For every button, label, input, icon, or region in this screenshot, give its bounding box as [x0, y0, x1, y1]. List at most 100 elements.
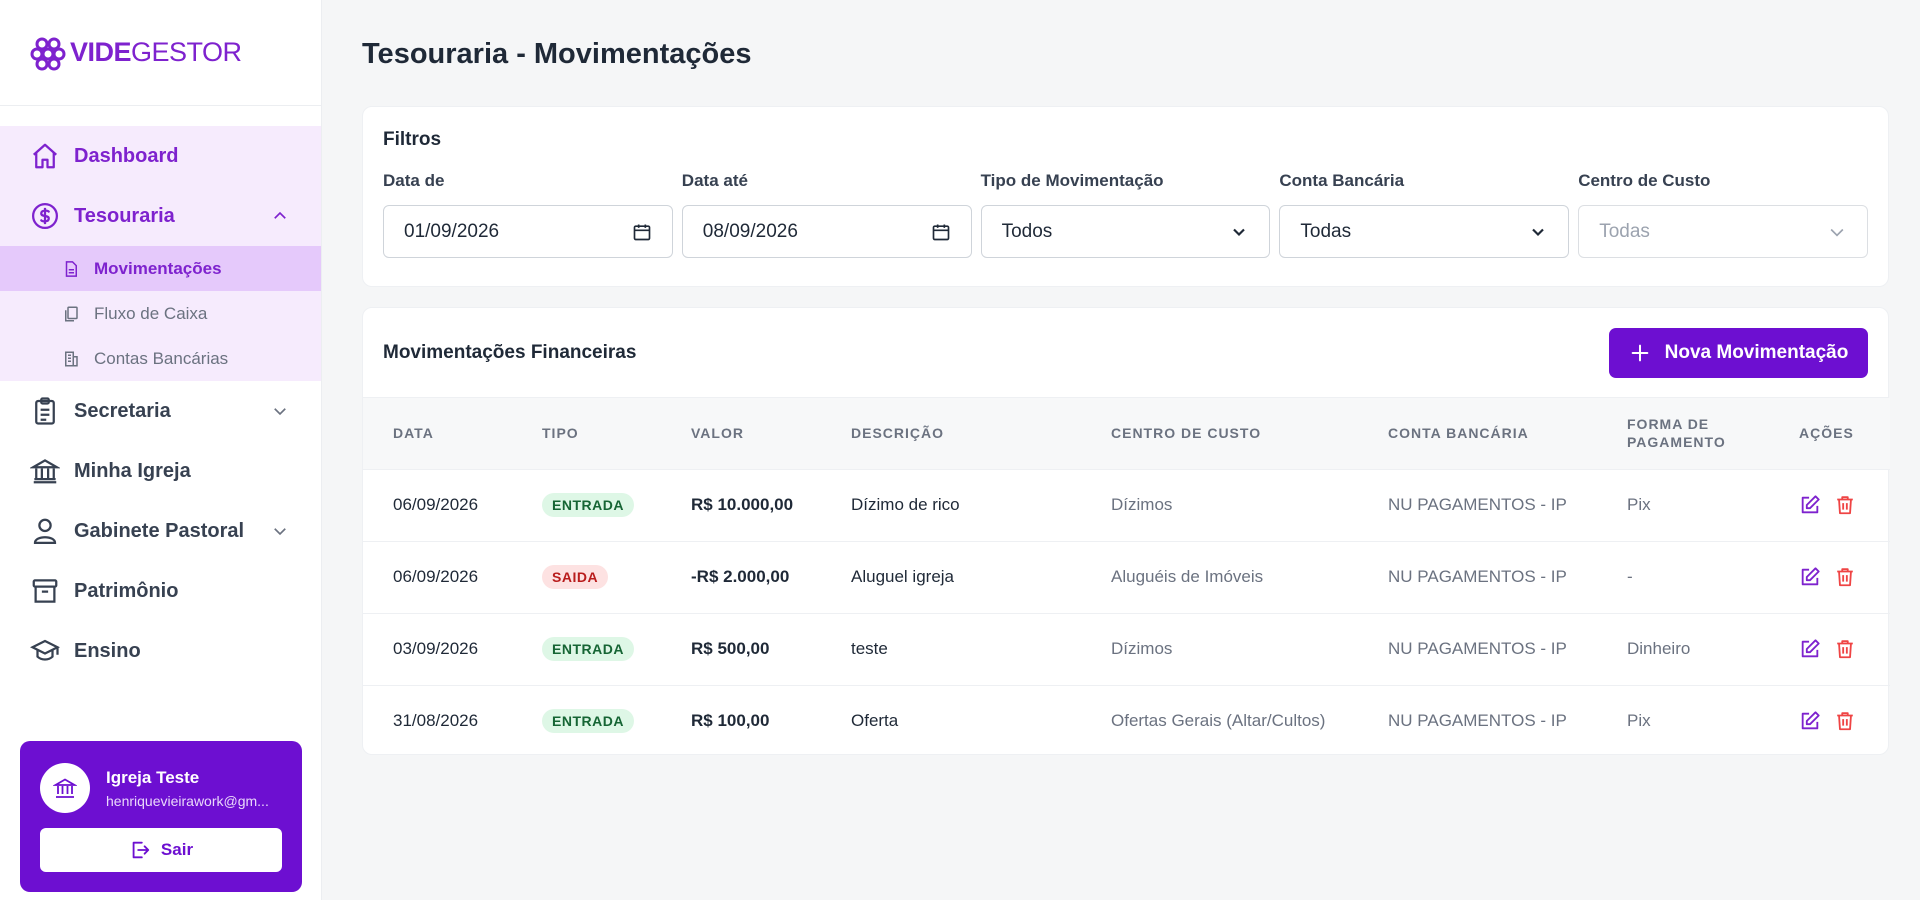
table-header-row: DATA TIPO VALOR DESCRIÇÃO CENTRO DE CUST…: [363, 398, 1890, 469]
cell-date: 06/09/2026: [393, 567, 479, 586]
nav-secretaria[interactable]: Secretaria: [0, 381, 321, 441]
date-from-input[interactable]: 01/09/2026: [383, 205, 673, 258]
date-from-value: 01/09/2026: [404, 220, 500, 242]
cell-payment: Pix: [1627, 495, 1651, 514]
col-header-date[interactable]: DATA: [363, 398, 512, 469]
sub-item-contas-bancarias-label: Contas Bancárias: [94, 348, 229, 368]
tesouraria-submenu: Movimentações Fluxo de Caixa Contas Banc…: [0, 246, 321, 381]
chevron-down-icon[interactable]: [271, 402, 289, 420]
trash-icon[interactable]: [1834, 566, 1856, 588]
type-badge: ENTRADA: [542, 493, 634, 517]
cell-account: NU PAGAMENTOS - IP: [1388, 495, 1567, 514]
cell-payment: Pix: [1627, 711, 1651, 731]
cell-actions: [1769, 469, 1890, 541]
sub-item-movimentacoes[interactable]: Movimentações: [0, 246, 321, 291]
edit-icon[interactable]: [1799, 710, 1821, 732]
filters-title: Filtros: [383, 129, 442, 150]
cell-cost-center: Dízimos: [1111, 495, 1173, 514]
cell-cost-center: Ofertas Gerais (Altar/Cultos): [1111, 711, 1326, 731]
edit-icon[interactable]: [1799, 494, 1821, 516]
cell-account: NU PAGAMENTOS - IP: [1388, 567, 1567, 586]
logout-icon: [132, 841, 150, 859]
chevron-down-icon: [1233, 228, 1246, 236]
table-row: 31/08/2026 ENTRADA R$ 100,00 Oferta Ofer…: [363, 685, 1890, 757]
cell-type: ENTRADA: [512, 469, 661, 541]
copy-icon: [65, 306, 78, 321]
cost-center-select[interactable]: Todas: [1578, 205, 1868, 258]
nav-dashboard[interactable]: Dashboard: [0, 126, 321, 186]
nav-gabinete-pastoral[interactable]: Gabinete Pastoral: [0, 501, 321, 561]
transactions-panel: Movimentações Financeiras Nova Movimenta…: [362, 307, 1890, 757]
cell-payment: -: [1627, 567, 1633, 586]
cell-actions: [1769, 685, 1890, 757]
edit-icon[interactable]: [1799, 566, 1821, 588]
trash-icon[interactable]: [1834, 638, 1856, 660]
cell-amount: R$ 100,00: [691, 711, 770, 731]
document-icon: [65, 260, 77, 277]
logout-label: Sair: [160, 840, 194, 859]
filter-date-to-label: Data até: [681, 171, 748, 190]
trash-icon[interactable]: [1834, 710, 1856, 732]
page-title: Tesouraria - Movimentações: [362, 38, 752, 70]
cell-actions: [1769, 541, 1890, 613]
nav-minha-igreja-label: Minha Igreja: [74, 459, 191, 482]
logout-button[interactable]: Sair: [40, 828, 282, 872]
calendar-icon[interactable]: [632, 222, 652, 242]
cell-date: 31/08/2026: [393, 711, 479, 731]
col-header-account[interactable]: CONTA BANCÁRIA: [1358, 398, 1597, 469]
nav-minha-igreja[interactable]: Minha Igreja: [0, 441, 321, 501]
date-to-value: 08/09/2026: [702, 220, 798, 242]
nav-patrimonio-label: Patrimônio: [74, 579, 179, 602]
cell-type: ENTRADA: [512, 613, 661, 685]
account-select[interactable]: Todas: [1279, 205, 1570, 258]
trash-icon[interactable]: [1834, 494, 1856, 516]
transactions-title: Movimentações Financeiras: [383, 341, 637, 363]
brand-logo[interactable]: VIDEGESTOR: [0, 0, 321, 106]
church-icon: [53, 778, 77, 798]
account-select-value: Todas: [1300, 220, 1352, 242]
cell-cost-center: Aluguéis de Imóveis: [1111, 567, 1264, 586]
plus-icon: [1631, 344, 1648, 361]
type-badge: ENTRADA: [542, 637, 634, 661]
col-header-amount[interactable]: VALOR: [661, 398, 821, 469]
nav-tesouraria[interactable]: Tesouraria: [0, 186, 321, 246]
filter-cost-center: Centro de Custo Todas: [1578, 171, 1868, 258]
sub-item-contas-bancarias[interactable]: Contas Bancárias: [0, 336, 321, 381]
table-row: 06/09/2026 ENTRADA R$ 10.000,00 Dízimo d…: [363, 469, 1890, 541]
cell-description: Dízimo de rico: [851, 495, 960, 514]
nav-dashboard-label: Dashboard: [74, 144, 179, 167]
nav-gabinete-pastoral-label: Gabinete Pastoral: [74, 519, 245, 542]
bank-icon: [30, 459, 60, 484]
type-select[interactable]: Todos: [980, 205, 1271, 258]
calendar-icon[interactable]: [931, 222, 951, 242]
avatar: [40, 763, 90, 813]
edit-icon[interactable]: [1799, 638, 1821, 660]
col-header-cost-center[interactable]: CENTRO DE CUSTO: [1081, 398, 1358, 469]
sub-item-fluxo-caixa-label: Fluxo de Caixa: [94, 303, 208, 323]
cell-date: 06/09/2026: [393, 495, 479, 514]
new-transaction-button[interactable]: Nova Movimentação: [1609, 327, 1868, 378]
cost-center-select-value: Todas: [1599, 220, 1650, 242]
sub-item-fluxo-caixa[interactable]: Fluxo de Caixa: [0, 291, 321, 336]
date-to-input[interactable]: 08/09/2026: [681, 205, 972, 258]
cell-payment: Dinheiro: [1627, 639, 1691, 658]
home-icon: [33, 143, 57, 169]
nav-patrimonio[interactable]: Patrimônio: [0, 561, 321, 621]
user-info: Igreja Teste henriquevieirawork@gm...: [40, 763, 282, 813]
chevron-down-icon[interactable]: [271, 522, 289, 540]
cell-description: Oferta: [851, 711, 899, 731]
col-header-payment[interactable]: FORMA DE PAGAMENTO: [1597, 398, 1769, 469]
chevron-up-icon[interactable]: [271, 207, 289, 225]
cell-type: SAIDA: [512, 541, 661, 613]
col-header-description[interactable]: DESCRIÇÃO: [821, 398, 1081, 469]
nav-ensino[interactable]: Ensino: [0, 621, 321, 681]
filter-account: Conta Bancária Todas: [1279, 171, 1570, 258]
nav-secretaria-label: Secretaria: [74, 399, 171, 422]
nav-ensino-label: Ensino: [74, 639, 141, 662]
cell-amount: R$ 10.000,00: [691, 495, 794, 514]
logo-mark-icon: [30, 37, 66, 70]
filter-type: Tipo de Movimentação Todos: [980, 171, 1271, 258]
user-name: Igreja Teste: [106, 767, 200, 787]
sidebar: VIDEGESTOR Dashboard Tesouraria Moviment…: [0, 0, 322, 900]
col-header-type[interactable]: TIPO: [512, 398, 661, 469]
